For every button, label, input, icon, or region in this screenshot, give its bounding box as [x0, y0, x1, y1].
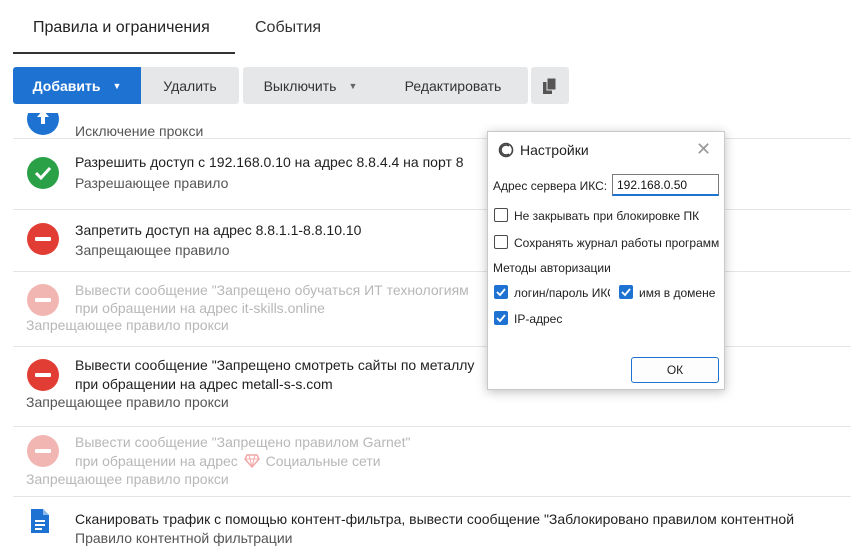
rule-type: Исключение прокси: [75, 123, 204, 139]
close-icon[interactable]: ✕: [696, 139, 711, 160]
rules-list: Исключение прокси Разрешить доступ с 192…: [13, 113, 851, 550]
ok-button[interactable]: ОК: [631, 357, 719, 383]
save-log-label: Сохранять журнал работы программы: [514, 236, 720, 250]
diamond-icon: [243, 454, 260, 469]
rule-row[interactable]: Вывести сообщение "Запрещено обучаться И…: [13, 272, 851, 347]
arrow-up-icon: [27, 113, 59, 135]
add-button-label: Добавить: [32, 77, 101, 94]
dialog-title: Настройки: [520, 142, 589, 158]
rule-detail: при обращении на адрес Социальные сети: [75, 453, 381, 469]
rule-title: Сканировать трафик с помощью контент-фил…: [75, 511, 795, 527]
rule-row[interactable]: Вывести сообщение "Запрещено смотреть са…: [13, 347, 851, 427]
rule-type: Запрещающее правило прокси: [26, 471, 229, 487]
delete-button-label: Удалить: [163, 77, 217, 94]
tab-events[interactable]: События: [255, 19, 321, 37]
rule-title: Вывести сообщение "Запрещено правилом Ga…: [75, 434, 411, 450]
active-tab-indicator: [13, 52, 235, 54]
minus-icon: [27, 223, 59, 255]
rule-detail-prefix: при обращении на адрес: [75, 453, 238, 469]
rule-title: Разрешить доступ с 192.168.0.10 на адрес…: [75, 154, 464, 170]
no-close-checkbox[interactable]: [494, 208, 508, 222]
toolbar: Добавить ▼ Удалить Выключить ▼ Редактиро…: [13, 67, 573, 104]
add-button[interactable]: Добавить ▼: [13, 67, 141, 104]
server-address-input[interactable]: [612, 174, 719, 196]
rule-title: Вывести сообщение "Запрещено смотреть са…: [75, 357, 475, 373]
app-logo-icon: [498, 142, 514, 158]
rule-type: Правило контентной фильтрации: [75, 530, 293, 546]
copy-icon: [543, 77, 557, 94]
rule-title: Запретить доступ на адрес 8.8.1.1-8.8.10…: [75, 222, 362, 238]
rule-row[interactable]: Запретить доступ на адрес 8.8.1.1-8.8.10…: [13, 210, 851, 272]
minus-icon: [27, 284, 59, 316]
copy-button[interactable]: [531, 67, 569, 104]
auth-domain-label: имя в домене: [639, 286, 716, 300]
auth-ip-checkbox[interactable]: [494, 311, 508, 325]
document-icon: [31, 509, 49, 533]
rule-row[interactable]: Вывести сообщение "Запрещено правилом Ga…: [13, 427, 851, 497]
settings-dialog: Настройки ✕ Адрес сервера ИКС: Не закрыв…: [487, 131, 725, 390]
minus-icon: [27, 359, 59, 391]
edit-button-label: Редактировать: [404, 77, 502, 94]
auth-ip-label: IP-адрес: [514, 312, 563, 326]
rule-title: Вывести сообщение "Запрещено обучаться И…: [75, 282, 469, 298]
auth-methods-heading: Методы авторизации: [493, 261, 611, 275]
rule-row[interactable]: Разрешить доступ с 192.168.0.10 на адрес…: [13, 139, 851, 210]
auth-domain-checkbox[interactable]: [619, 285, 633, 299]
no-close-label: Не закрывать при блокировке ПК: [514, 209, 700, 223]
ok-button-label: ОК: [666, 363, 684, 377]
delete-button[interactable]: Удалить: [141, 67, 239, 104]
caret-down-icon: ▼: [112, 80, 122, 91]
server-address-label: Адрес сервера ИКС:: [493, 179, 608, 193]
minus-icon: [27, 435, 59, 467]
tab-rules[interactable]: Правила и ограничения: [33, 19, 210, 37]
rule-type: Разрешающее правило: [75, 175, 229, 191]
rule-type: Запрещающее правило прокси: [26, 394, 229, 410]
rule-type: Запрещающее правило прокси: [26, 317, 229, 333]
disable-button[interactable]: Выключить ▼: [243, 67, 378, 104]
rule-type: Запрещающее правило: [75, 242, 230, 258]
rule-detail-category: Социальные сети: [265, 453, 381, 469]
edit-button[interactable]: Редактировать: [378, 67, 528, 104]
save-log-checkbox[interactable]: [494, 235, 508, 249]
rule-row[interactable]: Сканировать трафик с помощью контент-фил…: [13, 497, 851, 550]
auth-login-checkbox[interactable]: [494, 285, 508, 299]
rule-row[interactable]: Исключение прокси: [13, 113, 851, 139]
rule-detail: при обращении на адрес metall-s-s.com: [75, 376, 333, 392]
rule-detail: при обращении на адрес it-skills.online: [75, 300, 325, 316]
disable-button-label: Выключить: [263, 77, 337, 94]
check-icon: [27, 157, 59, 189]
caret-down-icon: ▼: [348, 80, 358, 91]
tab-bar: Правила и ограничения События: [0, 0, 851, 58]
auth-login-label: логин/пароль ИКС: [514, 286, 610, 300]
